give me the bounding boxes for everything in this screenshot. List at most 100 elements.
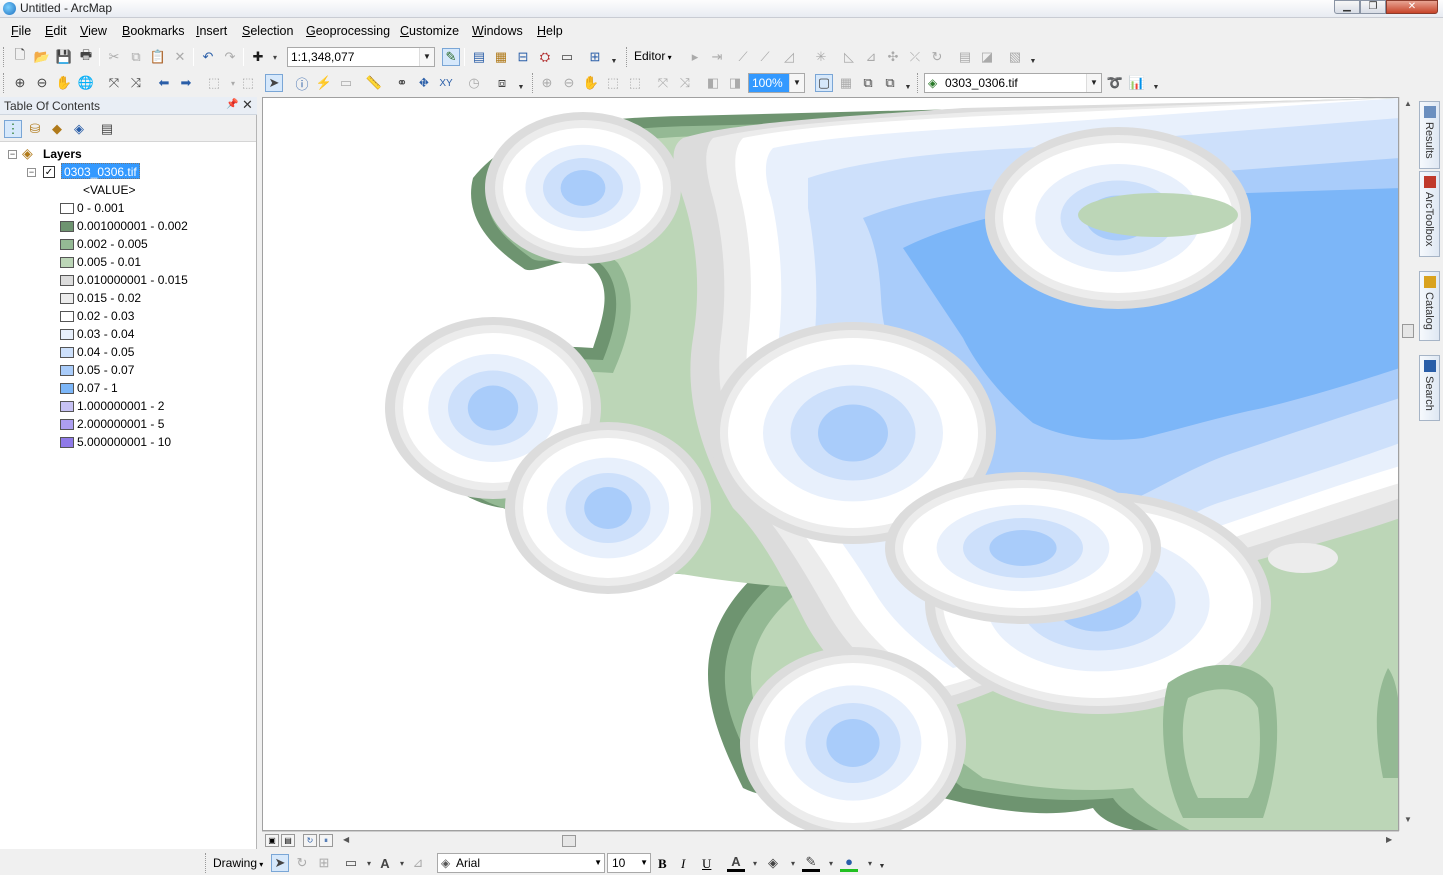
change-layout-icon[interactable]: ⧉ bbox=[859, 74, 877, 92]
create-viewer-window-icon[interactable]: ⧈ bbox=[493, 74, 511, 92]
menu-customize[interactable]: Customize bbox=[400, 24, 459, 38]
add-data-dropdown-icon[interactable]: ▾ bbox=[266, 48, 284, 66]
toolbar-grip[interactable] bbox=[3, 47, 6, 67]
layout-pan-icon[interactable]: ✋ bbox=[582, 74, 600, 92]
toc-close-icon[interactable]: ✕ bbox=[242, 97, 253, 113]
bold-button[interactable]: B bbox=[658, 856, 667, 872]
legend-swatch[interactable] bbox=[60, 311, 74, 322]
toolbar-overflow-icon[interactable]: ▼ bbox=[878, 863, 886, 872]
go-forward-icon[interactable]: ➡ bbox=[177, 74, 195, 92]
collapse-layers-icon[interactable]: − bbox=[8, 150, 17, 159]
fill-color-icon[interactable]: ◈ bbox=[764, 854, 782, 872]
undo-icon[interactable]: ↶ bbox=[199, 48, 217, 66]
legend-swatch[interactable] bbox=[60, 239, 74, 250]
new-document-icon[interactable]: 🗋 bbox=[11, 47, 29, 66]
model-builder-icon[interactable]: ⊞ bbox=[586, 48, 604, 66]
list-by-selection-icon[interactable]: ◈ bbox=[70, 120, 88, 138]
text-tool-icon[interactable]: A bbox=[376, 854, 394, 872]
layout-zoom-in-icon[interactable]: ⊕ bbox=[538, 74, 556, 92]
legend-swatch[interactable] bbox=[60, 275, 74, 286]
menu-insert[interactable]: Insert bbox=[196, 24, 227, 38]
scroll-up-icon[interactable]: ▲ bbox=[1400, 99, 1416, 113]
dock-tab-search[interactable]: Search bbox=[1419, 355, 1440, 421]
hyperlink-icon[interactable]: ⚡ bbox=[315, 74, 333, 92]
legend-swatch[interactable] bbox=[60, 419, 74, 430]
drawing-menu-button[interactable]: Drawing ▾ bbox=[213, 856, 263, 870]
font-color-icon[interactable]: A bbox=[727, 854, 745, 872]
chevron-down-icon[interactable]: ▼ bbox=[419, 48, 434, 66]
legend-swatch[interactable] bbox=[60, 329, 74, 340]
delete-icon[interactable]: ✕ bbox=[171, 48, 189, 66]
scroll-down-icon[interactable]: ▼ bbox=[1400, 815, 1416, 829]
edit-vertices-icon[interactable]: ◺ bbox=[840, 48, 858, 66]
menu-edit[interactable]: Edit bbox=[45, 24, 67, 38]
legend-swatch[interactable] bbox=[60, 401, 74, 412]
create-features-icon[interactable]: ▧ bbox=[1006, 48, 1024, 66]
rectangle-icon[interactable]: ▭ bbox=[342, 854, 360, 872]
previous-extent-icon[interactable]: ◧ bbox=[704, 74, 722, 92]
end-point-arc-icon[interactable]: ⟋ bbox=[756, 48, 774, 66]
fill-color-dropdown-icon[interactable]: ▾ bbox=[784, 854, 802, 872]
layers-group-label[interactable]: Layers bbox=[43, 147, 82, 161]
legend-swatch[interactable] bbox=[60, 221, 74, 232]
fixed-zoom-in-layout-icon[interactable]: ⤧ bbox=[654, 74, 672, 92]
zoom-in-icon[interactable]: ⊕ bbox=[11, 74, 29, 92]
cut-polygons-icon[interactable]: ✣ bbox=[884, 48, 902, 66]
redo-icon[interactable]: ↷ bbox=[221, 48, 239, 66]
html-popup-icon[interactable]: ▭ bbox=[337, 74, 355, 92]
edit-tool-icon[interactable]: ▸ bbox=[686, 48, 704, 66]
font-name-combo[interactable]: ◈ Arial ▼ bbox=[437, 853, 605, 873]
go-to-xy-icon[interactable]: XY bbox=[437, 74, 455, 92]
list-by-drawing-order-icon[interactable]: ⋮ bbox=[4, 120, 22, 138]
edit-annotation-icon[interactable]: ⇥ bbox=[708, 48, 726, 66]
sketch-properties-icon[interactable]: ◪ bbox=[978, 48, 996, 66]
layer-visibility-checkbox[interactable]: ✓ bbox=[43, 166, 55, 178]
go-back-icon[interactable]: ⬅ bbox=[155, 74, 173, 92]
open-folder-icon[interactable]: 📂 bbox=[33, 48, 51, 66]
menu-bookmarks[interactable]: Bookmarks bbox=[122, 24, 185, 38]
menu-file[interactable]: File bbox=[11, 24, 31, 38]
attributes-icon[interactable]: ▤ bbox=[956, 48, 974, 66]
print-icon[interactable]: 🖶 bbox=[77, 47, 95, 66]
toolbar-overflow-icon[interactable]: ▼ bbox=[517, 84, 525, 93]
toolbar-grip[interactable] bbox=[532, 73, 535, 93]
toolbar-grip[interactable] bbox=[205, 853, 208, 873]
toc-options-icon[interactable]: ▤ bbox=[98, 120, 116, 138]
paste-icon[interactable]: 📋 bbox=[149, 48, 167, 66]
layout-zoom-combo[interactable]: 100% ▼ bbox=[748, 73, 805, 93]
histogram-icon[interactable]: 📊 bbox=[1128, 74, 1146, 92]
zoom-out-icon[interactable]: ⊖ bbox=[33, 74, 51, 92]
menu-help[interactable]: Help bbox=[537, 24, 563, 38]
toolbar-grip[interactable] bbox=[3, 73, 6, 93]
marker-color-icon[interactable]: ● bbox=[840, 854, 858, 872]
toggle-draft-mode-icon[interactable]: ▢ bbox=[815, 74, 833, 92]
data-driven-pages-icon[interactable]: ⧉ bbox=[881, 74, 899, 92]
scroll-right-icon[interactable]: ▶ bbox=[1386, 835, 1392, 844]
measure-icon[interactable]: 📏 bbox=[365, 74, 383, 92]
toolbar-grip[interactable] bbox=[626, 47, 629, 67]
layout-zoom-out-icon[interactable]: ⊖ bbox=[560, 74, 578, 92]
python-window-icon[interactable]: ▭ bbox=[558, 48, 576, 66]
straight-segment-icon[interactable]: ⟋ bbox=[734, 48, 752, 66]
catalog-window-icon[interactable]: ▦ bbox=[492, 48, 510, 66]
save-icon[interactable]: 💾 bbox=[55, 48, 73, 66]
editor-toolbar-icon[interactable]: ✎ bbox=[442, 48, 460, 66]
list-by-source-icon[interactable]: ⛁ bbox=[26, 120, 44, 138]
reshape-feature-icon[interactable]: ⊿ bbox=[862, 48, 880, 66]
trace-icon[interactable]: ◿ bbox=[780, 48, 798, 66]
next-extent-icon[interactable]: ◨ bbox=[726, 74, 744, 92]
rotate-element-icon[interactable]: ↻ bbox=[293, 854, 311, 872]
layout-view-icon[interactable]: ▤ bbox=[281, 834, 295, 847]
editor-menu-button[interactable]: Editor ▾ bbox=[634, 49, 672, 63]
scroll-left-icon[interactable]: ◀ bbox=[343, 835, 349, 844]
refresh-icon[interactable]: ↻ bbox=[303, 834, 317, 847]
find-binoculars-icon[interactable]: ⚭ bbox=[393, 74, 411, 92]
underline-button[interactable]: U bbox=[702, 856, 711, 872]
time-slider-icon[interactable]: ◷ bbox=[465, 74, 483, 92]
point-icon[interactable]: ✳ bbox=[812, 48, 830, 66]
clear-selection-icon[interactable]: ⬚ bbox=[239, 74, 257, 92]
close-button[interactable]: ✕ bbox=[1386, 0, 1438, 14]
font-color-dropdown-icon[interactable]: ▾ bbox=[746, 854, 764, 872]
data-view-icon[interactable]: ▣ bbox=[265, 834, 279, 847]
menu-view[interactable]: View bbox=[80, 24, 107, 38]
